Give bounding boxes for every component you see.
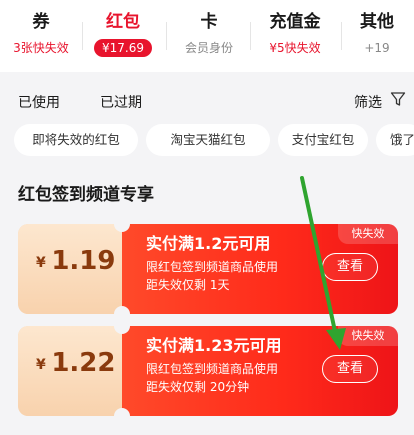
filter-used[interactable]: 已使用 (18, 92, 60, 112)
tab-red-packets[interactable]: 红包 ¥17.69 (86, 8, 160, 58)
coupon-condition: 实付满1.2元可用 (146, 234, 271, 253)
coupon-amount: ¥ 1.19 (36, 246, 115, 276)
section-title: 红包签到频道专享 (18, 185, 154, 205)
tab-recharge[interactable]: 充值金 ¥5快失效 (254, 8, 336, 58)
filter-expired[interactable]: 已过期 (100, 92, 142, 112)
tab-coupons[interactable]: 券 3张快失效 (6, 8, 76, 58)
chip-alipay[interactable]: 支付宝红包 (278, 124, 368, 156)
tab-divider (166, 22, 167, 50)
filter-funnel-icon[interactable] (390, 91, 406, 107)
tab-other-sub: +19 (364, 41, 390, 55)
chip-taobao-tmall[interactable]: 淘宝天猫红包 (146, 124, 270, 156)
coupon-expiry: 距失效仅剩 20分钟 (146, 380, 250, 394)
tab-red-packets-title: 红包 (106, 12, 140, 32)
view-button[interactable]: 查看 (322, 253, 378, 281)
tab-cards[interactable]: 卡 会员身份 (174, 8, 244, 58)
amount-value: 1.19 (51, 246, 116, 276)
tab-divider (250, 22, 251, 50)
coupon-scope: 限红包签到频道商品使用 (146, 362, 279, 376)
coupon-condition: 实付满1.23元可用 (146, 336, 282, 355)
coupon-scope: 限红包签到频道商品使用 (146, 260, 279, 274)
tab-divider (341, 22, 342, 50)
coupon-type-tabs: 券 3张快失效 红包 ¥17.69 卡 会员身份 充值金 ¥5快失效 其他 +1… (0, 0, 414, 72)
currency-symbol: ¥ (36, 255, 46, 271)
red-packet-total-badge: ¥17.69 (94, 39, 152, 57)
coupon-info: 实付满1.2元可用 限红包签到频道商品使用 距失效仅剩 1天 (146, 232, 316, 294)
tab-divider (82, 22, 83, 50)
coupon-expiry: 距失效仅剩 1天 (146, 278, 230, 292)
ticket-notch (114, 306, 130, 314)
expiring-tag: 快失效 (338, 224, 398, 244)
view-button[interactable]: 查看 (322, 355, 378, 383)
tab-cards-sub: 会员身份 (184, 41, 233, 55)
tab-recharge-sub: ¥5快失效 (269, 41, 321, 55)
tab-cards-title: 卡 (200, 12, 218, 32)
ticket-notch (114, 408, 130, 416)
tab-coupons-sub: 3张快失效 (13, 41, 69, 55)
expiring-tag: 快失效 (338, 326, 398, 346)
coupon-amount: ¥ 1.22 (36, 348, 115, 378)
red-packet-card[interactable]: ¥ 1.22 实付满1.23元可用 限红包签到频道商品使用 距失效仅剩 20分钟… (18, 326, 398, 416)
tab-coupons-title: 券 (32, 12, 50, 32)
tab-recharge-title: 充值金 (269, 12, 321, 32)
filter-screen-label[interactable]: 筛选 (354, 92, 382, 112)
filter-bar: 已使用 已过期 筛选 即将失效的红包 淘宝天猫红包 支付宝红包 饿了 (0, 72, 414, 190)
chip-expiring[interactable]: 即将失效的红包 (14, 124, 138, 156)
amount-value: 1.22 (51, 348, 116, 378)
coupon-info: 实付满1.23元可用 限红包签到频道商品使用 距失效仅剩 20分钟 (146, 334, 316, 396)
red-packet-card[interactable]: ¥ 1.19 实付满1.2元可用 限红包签到频道商品使用 距失效仅剩 1天 快失… (18, 224, 398, 314)
tab-other-title: 其他 (360, 12, 394, 32)
tab-other[interactable]: 其他 +19 (346, 8, 408, 58)
currency-symbol: ¥ (36, 357, 46, 373)
chip-eleme[interactable]: 饿了 (376, 124, 414, 156)
